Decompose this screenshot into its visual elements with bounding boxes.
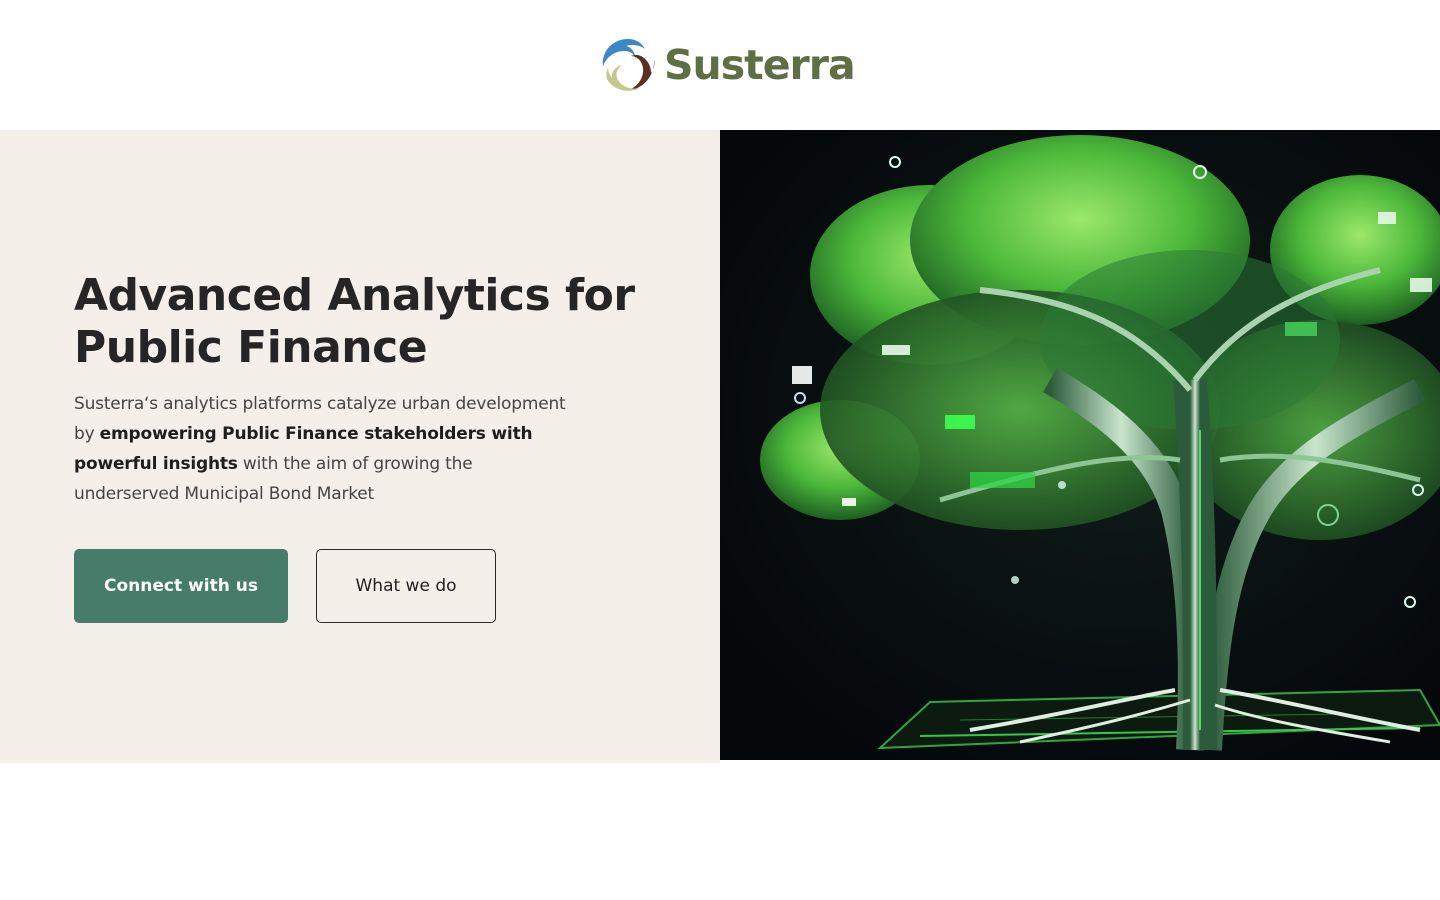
hero-title: Advanced Analytics for Public Finance bbox=[74, 270, 635, 373]
site-header: Susterra bbox=[0, 0, 1440, 130]
hero-section: Advanced Analytics for Public Finance Su… bbox=[0, 130, 1440, 763]
hero-content: Advanced Analytics for Public Finance Su… bbox=[0, 130, 720, 763]
connect-button[interactable]: Connect with us bbox=[74, 549, 288, 623]
swirl-logo-icon bbox=[602, 39, 655, 91]
hero-description: Susterra‘s analytics platforms catalyze … bbox=[74, 389, 574, 509]
what-we-do-button[interactable]: What we do bbox=[316, 549, 496, 623]
brand-logo[interactable]: Susterra bbox=[598, 35, 856, 95]
hero-image-panel bbox=[720, 130, 1440, 760]
digital-tree-image bbox=[720, 130, 1440, 760]
brand-name: Susterra bbox=[664, 41, 856, 89]
